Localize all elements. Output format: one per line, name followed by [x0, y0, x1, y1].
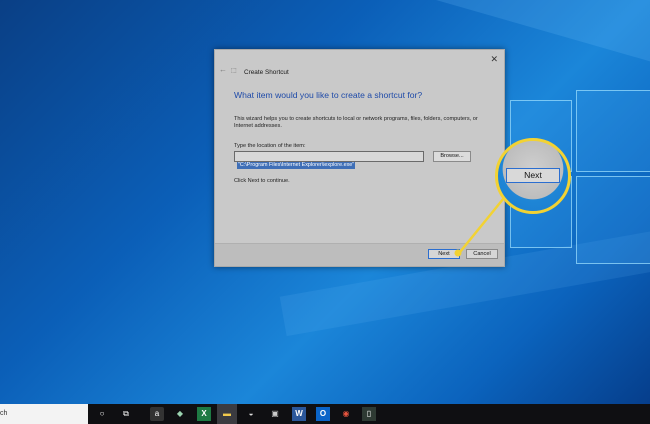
dialog-heading: What item would you like to create a sho… — [234, 90, 423, 100]
outlook-icon[interactable]: O — [316, 407, 330, 421]
cancel-button[interactable]: Cancel — [466, 249, 498, 259]
location-input[interactable]: "C:\Program Files\Internet Explorer\iexp… — [234, 151, 424, 169]
next-button-callout: Next — [495, 138, 571, 214]
create-shortcut-dialog: ← ⬚ Create Shortcut ✕ What item would yo… — [214, 49, 505, 267]
photos-icon[interactable]: ▣ — [268, 407, 282, 421]
chrome-icon[interactable]: ◉ — [339, 407, 353, 421]
task-view-icon[interactable]: ⧉ — [119, 407, 133, 421]
dialog-footer: Next Cancel — [215, 243, 504, 266]
app-icon[interactable]: ◆ — [173, 407, 187, 421]
location-input-value: "C:\Program Files\Internet Explorer\iexp… — [237, 162, 356, 169]
taskbar-search-text: ch — [0, 410, 8, 417]
file-explorer-icon[interactable]: ▬ — [220, 407, 234, 421]
word-icon[interactable]: W — [292, 407, 306, 421]
close-icon[interactable]: ✕ — [490, 55, 498, 64]
dialog-title: Create Shortcut — [244, 69, 289, 76]
wizard-description: This wizard helps you to create shortcut… — [234, 116, 478, 129]
back-arrow-icon[interactable]: ← — [219, 66, 227, 74]
amazon-icon[interactable]: a — [150, 407, 164, 421]
taskbar-search-box[interactable]: ch — [0, 404, 88, 424]
shortcut-wizard-icon: ⬚ — [231, 68, 237, 74]
taskbar: ch ○ ⧉ a ◆ X ▬ ◒ ▣ W O ◉ ▯ — [0, 404, 650, 424]
app-icon-2[interactable]: ▯ — [362, 407, 376, 421]
excel-icon[interactable]: X — [197, 407, 211, 421]
continue-instruction: Click Next to continue. — [234, 178, 290, 184]
cortana-icon[interactable]: ○ — [95, 407, 109, 421]
next-button[interactable]: Next — [428, 249, 460, 259]
browse-button[interactable]: Browse... — [433, 151, 471, 162]
location-label: Type the location of the item: — [234, 143, 306, 149]
drive-icon[interactable]: ◒ — [244, 407, 258, 421]
dialog-titlebar: ← ⬚ Create Shortcut ✕ — [215, 50, 504, 77]
callout-next-button: Next — [506, 168, 560, 183]
